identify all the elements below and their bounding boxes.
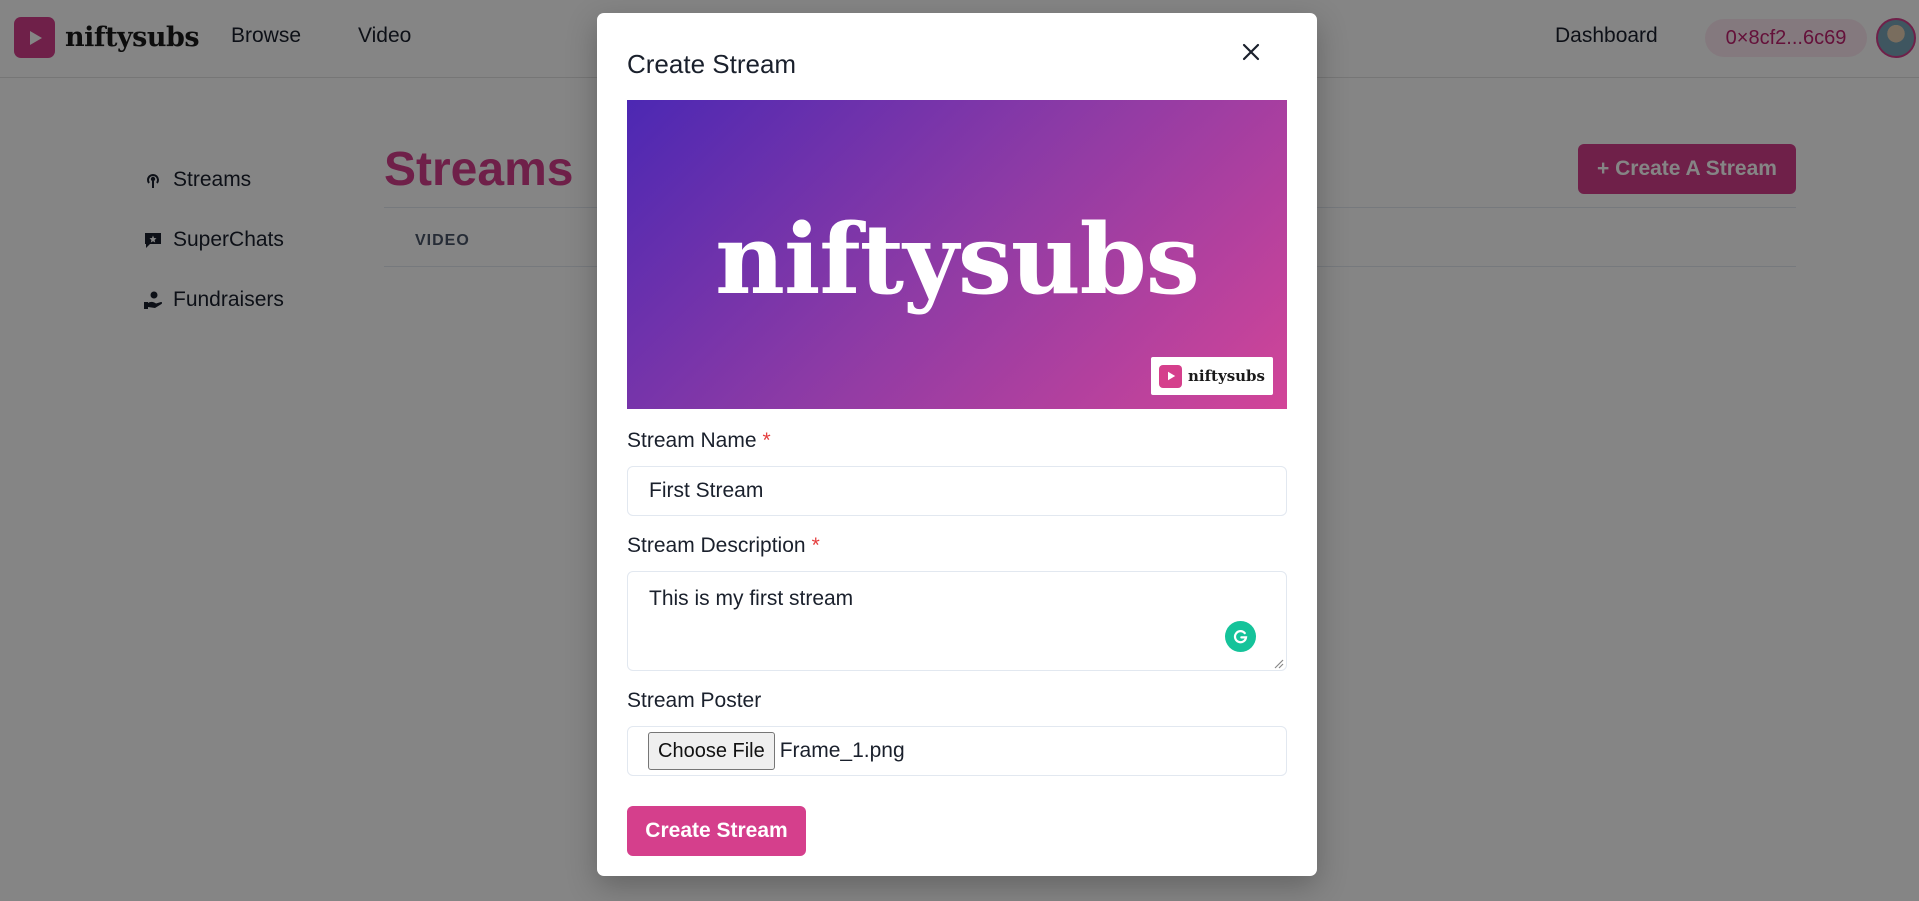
stream-description-label: Stream Description * [627,534,820,558]
create-stream-submit-button[interactable]: Create Stream [627,806,806,856]
stream-name-label-text: Stream Name [627,429,757,452]
play-icon [1159,364,1182,388]
poster-badge: niftysubs [1151,357,1273,395]
selected-file-name: Frame_1.png [779,739,905,762]
stream-name-input[interactable] [627,466,1287,516]
choose-file-button[interactable]: Choose File [648,732,775,770]
stream-poster-file-input[interactable]: Choose File Frame_1.png [627,726,1287,776]
poster-preview-text: niftysubs [715,203,1200,316]
resize-handle-icon[interactable] [1273,658,1284,669]
grammarly-icon[interactable] [1225,621,1256,652]
close-button[interactable] [1228,29,1274,75]
poster-preview: niftysubs niftysubs [627,100,1287,409]
stream-poster-label: Stream Poster [627,689,762,712]
modal-title: Create Stream [627,49,797,79]
poster-badge-text: niftysubs [1188,367,1265,385]
create-stream-modal: Create Stream niftysubs niftysubs Stream… [597,13,1317,876]
stream-description-label-text: Stream Description [627,534,806,557]
stream-name-label: Stream Name * [627,429,771,453]
required-mark: * [762,429,771,452]
stream-description-textarea[interactable]: This is my first stream [627,571,1287,671]
close-icon [1242,43,1260,61]
required-mark: * [811,534,820,557]
